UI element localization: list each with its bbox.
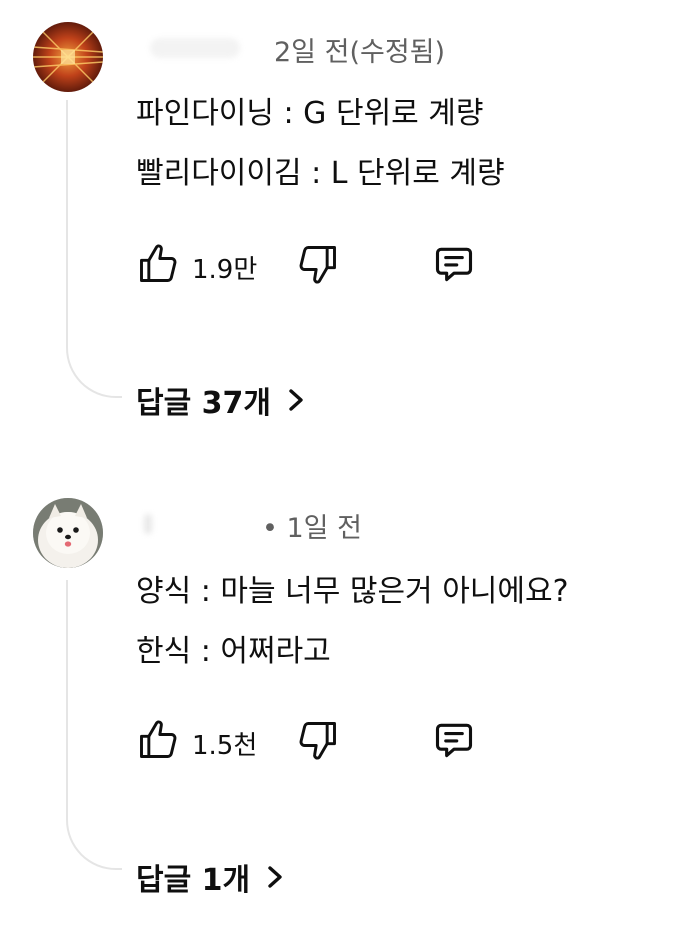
- like-button[interactable]: [134, 716, 182, 764]
- reply-button[interactable]: [430, 240, 478, 288]
- thumbs-down-icon: [299, 722, 336, 760]
- like-count: 1.9만: [192, 255, 258, 285]
- like-button[interactable]: [134, 240, 182, 288]
- view-replies-button[interactable]: 답글 37개: [136, 378, 307, 422]
- comment-text-line-1: 양식 : 마늘 너무 많은거 아니에요?: [136, 574, 569, 609]
- comment-text-line-2: 한식 : 어쩌라고: [136, 634, 331, 669]
- chevron-right-icon: [264, 864, 286, 890]
- view-replies-button[interactable]: 답글 1개: [136, 855, 286, 899]
- thumbs-up-icon: [140, 244, 177, 282]
- comment-actions: 1.5천: [134, 716, 514, 764]
- comment-text-line-2: 빨리다이이김 : L 단위로 계량: [136, 156, 505, 191]
- thread-line: [66, 100, 122, 398]
- author-name-redacted[interactable]: [150, 38, 240, 58]
- thread-line: [66, 580, 122, 870]
- like-count: 1.5천: [192, 731, 258, 761]
- comment-timestamp: 2일 전(수정됨): [274, 37, 446, 68]
- dislike-button[interactable]: [294, 240, 342, 288]
- comment-timestamp: • 1일 전: [262, 513, 362, 544]
- dislike-button[interactable]: [294, 716, 342, 764]
- avatar[interactable]: [33, 498, 103, 568]
- comment-1: 2일 전(수정됨) 파인다이닝 : G 단위로 계량 빨리다이이김 : L 단위…: [0, 0, 698, 470]
- author-name-redacted[interactable]: [144, 514, 152, 534]
- comment-text-line-1: 파인다이닝 : G 단위로 계량: [136, 96, 484, 131]
- thumbs-up-icon: [140, 720, 177, 758]
- comment-reply-icon: [435, 247, 473, 282]
- replies-label: 답글 37개: [136, 386, 271, 421]
- comment-2: • 1일 전 양식 : 마늘 너무 많은거 아니에요? 한식 : 어쩌라고 1.…: [0, 470, 698, 930]
- comment-reply-icon: [435, 723, 473, 758]
- chevron-right-icon: [285, 387, 307, 413]
- avatar[interactable]: [33, 22, 103, 92]
- reply-button[interactable]: [430, 716, 478, 764]
- comment-actions: 1.9만: [134, 240, 514, 288]
- replies-label: 답글 1개: [136, 863, 251, 898]
- thumbs-down-icon: [299, 246, 336, 284]
